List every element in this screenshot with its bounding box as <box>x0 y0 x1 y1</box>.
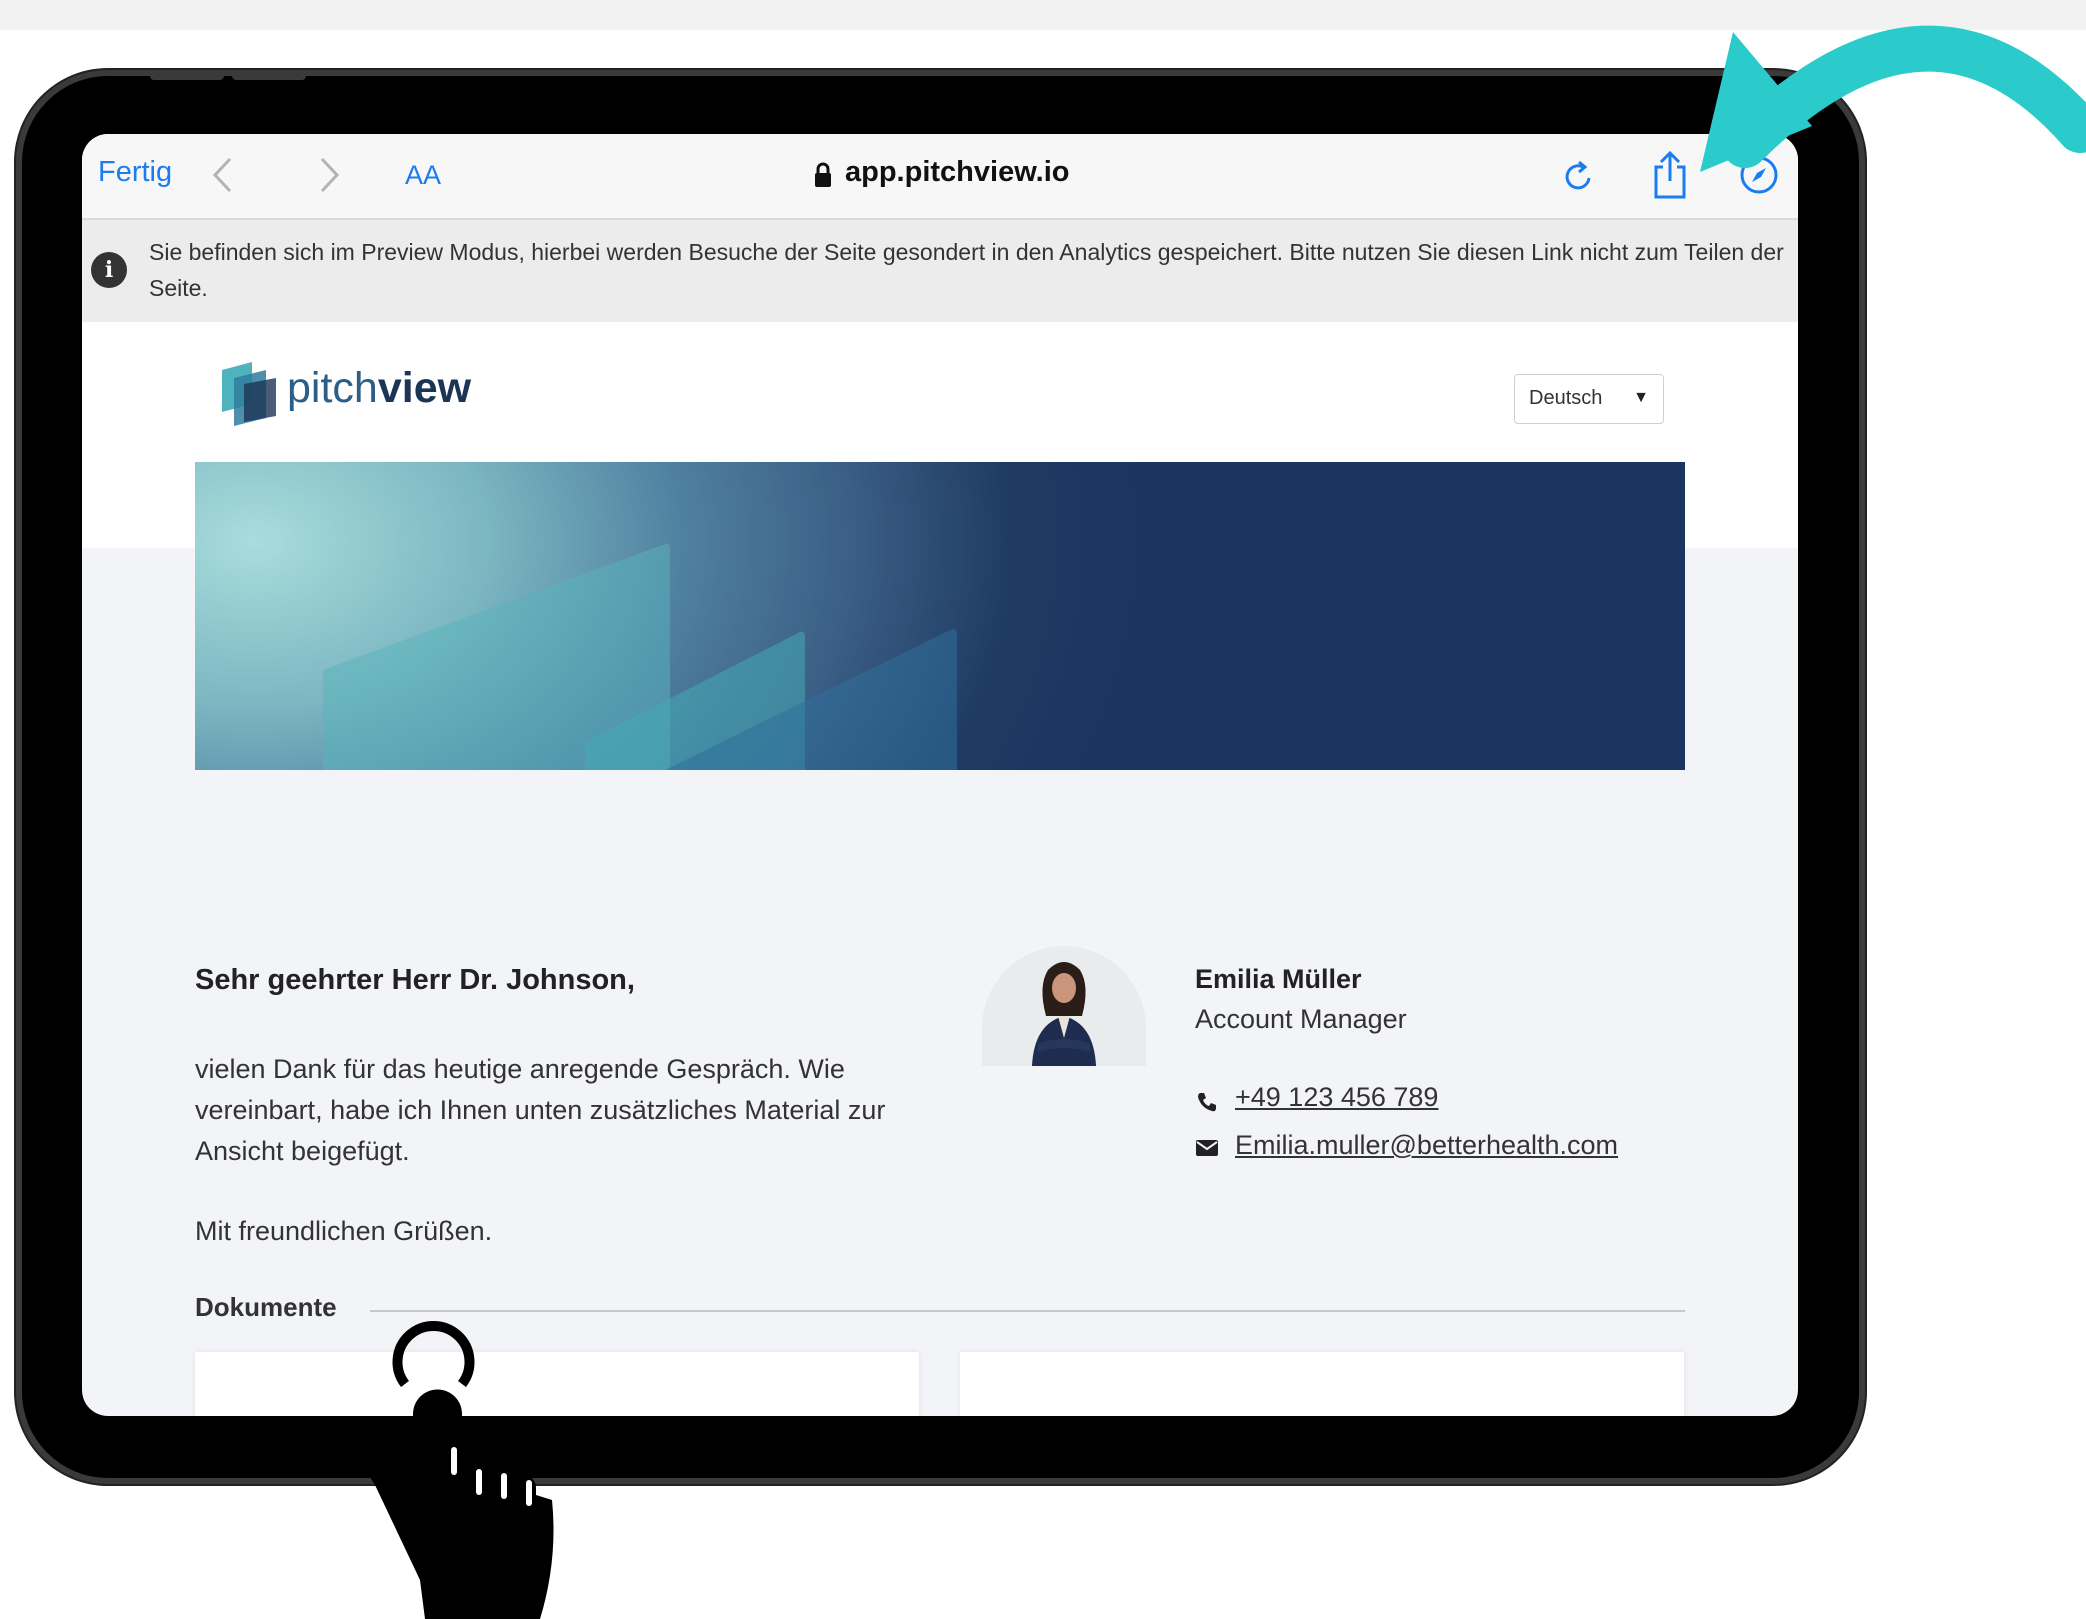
language-select-value: Deutsch <box>1529 387 1603 409</box>
message-closing: Mit freundlichen Grüßen. <box>195 1216 493 1246</box>
lock-icon <box>815 162 831 187</box>
contact-phone-link[interactable]: +49 123 456 789 <box>1235 1082 1438 1113</box>
document-card[interactable] <box>960 1352 1684 1416</box>
forward-icon[interactable] <box>318 156 342 194</box>
text-size-button[interactable]: AA <box>405 160 441 191</box>
reload-icon[interactable] <box>1561 156 1597 196</box>
contact-role: Account Manager <box>1195 1004 1407 1034</box>
back-icon[interactable] <box>210 156 234 194</box>
logo-text-view: view <box>377 364 472 412</box>
contact-email-link[interactable]: Emilia.muller@betterhealth.com <box>1235 1130 1618 1161</box>
greeting: Sehr geehrter Herr Dr. Johnson, <box>195 964 635 996</box>
documents-heading: Dokumente <box>195 1292 337 1322</box>
mail-icon <box>1196 1140 1218 1156</box>
share-icon[interactable] <box>1650 150 1690 200</box>
chevron-down-icon: ▼ <box>1633 389 1649 406</box>
pitchview-logo[interactable]: pitchview <box>287 364 471 413</box>
contact-name: Emilia Müller <box>1195 964 1362 994</box>
top-strip <box>0 0 2086 30</box>
person-illustration <box>1032 962 1096 1066</box>
preview-notice-text: Sie befinden sich im Preview Modus, hier… <box>149 239 1784 301</box>
divider <box>370 1310 1685 1312</box>
info-icon: i <box>91 252 127 288</box>
pitchview-logo-icon <box>222 362 276 426</box>
logo-text-pitch: pitch <box>287 364 378 412</box>
avatar <box>982 946 1146 1066</box>
compass-icon[interactable] <box>1738 154 1780 196</box>
volume-button <box>232 70 306 80</box>
volume-button <box>150 70 224 80</box>
message-body: vielen Dank für das heutige anregende Ge… <box>195 1054 886 1166</box>
done-button[interactable]: Fertig <box>98 156 172 189</box>
hero-banner <box>195 462 1685 770</box>
language-select[interactable]: Deutsch ▼ <box>1514 374 1664 424</box>
ipad-screen: Fertig AA app.pitchview.io i Sie befinde… <box>82 134 1798 1416</box>
phone-icon <box>1198 1093 1216 1112</box>
address-bar[interactable]: app.pitchview.io <box>845 156 1070 189</box>
document-card[interactable] <box>195 1352 919 1416</box>
banner-shapes <box>323 543 957 770</box>
